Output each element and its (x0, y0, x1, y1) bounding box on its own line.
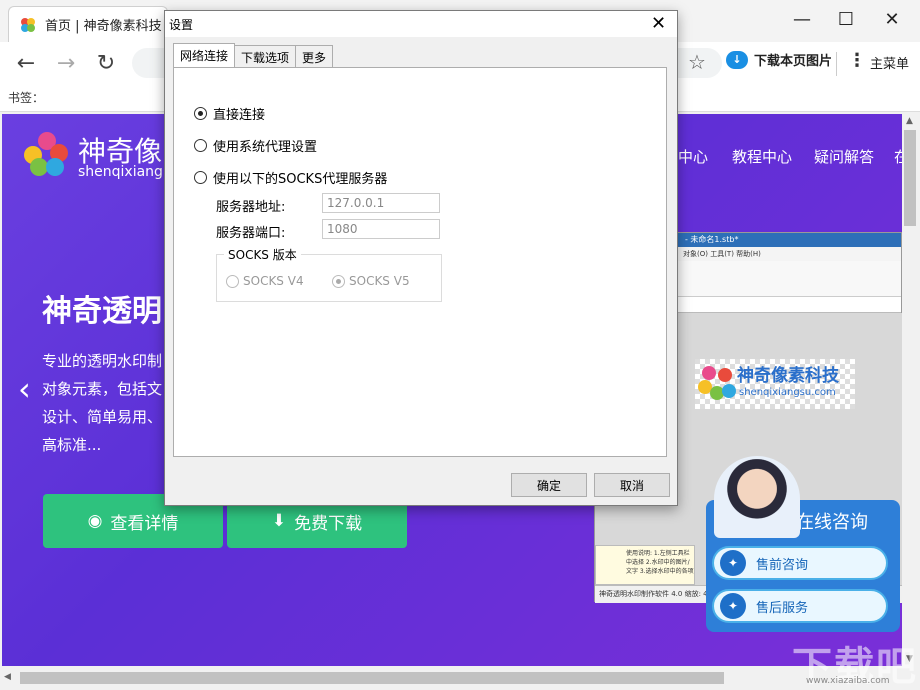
radio-button[interactable] (194, 107, 207, 120)
radio-button[interactable] (194, 139, 207, 152)
consult-title: 在线咨询 (796, 512, 868, 533)
nav-item-center[interactable]: 中心 (678, 146, 708, 167)
usage-note: 使用说明: 1.左侧工具栏中选择 2.水印中的图片/文字 3.选择水印中的各项 (595, 545, 695, 585)
tab-title: 首页 | 神奇像素科技 (45, 19, 162, 34)
browser-tab[interactable]: 首页 | 神奇像素科技 (8, 6, 168, 42)
nav-item-online[interactable]: 在 (894, 146, 902, 167)
tab-network[interactable]: 网络连接 (173, 43, 236, 67)
dialog-title: 设置 (169, 18, 194, 32)
dialog-close-icon[interactable]: ✕ (651, 13, 666, 34)
download-icon: ⬇ (271, 511, 287, 531)
socks-v5-label: SOCKS V5 (349, 274, 410, 288)
toolbar-divider (836, 52, 837, 76)
eye-icon: ◉ (87, 511, 103, 531)
settings-dialog: 设置 ✕ 网络连接 下载选项 更多 直接连接 使用系统代理设置 使用以下的SOC… (164, 10, 678, 506)
radio-button[interactable] (194, 171, 207, 184)
server-address-input[interactable]: 127.0.0.1 (322, 193, 440, 213)
radio-socks-v4[interactable]: SOCKS V4 (226, 274, 304, 288)
radio-system-label: 使用系统代理设置 (213, 140, 318, 155)
scroll-up-icon[interactable]: ▲ (906, 116, 913, 126)
hero-line-2: 对象元素，包括文 (42, 380, 163, 398)
back-arrow-icon[interactable]: ← (12, 50, 40, 76)
chat-icon: ✦ (720, 593, 746, 619)
radio-socks-proxy[interactable]: 使用以下的SOCKS代理服务器 (194, 168, 387, 187)
presales-consult-button[interactable]: ✦ 售前咨询 (712, 546, 888, 580)
socks-version-legend: SOCKS 版本 (224, 246, 301, 263)
download-label: 下载本页图片 (754, 54, 833, 69)
watermark-logo-icon (698, 366, 736, 400)
radio-direct-label: 直接连接 (213, 108, 266, 123)
socks-v4-label: SOCKS V4 (243, 274, 304, 288)
radio-direct-connection[interactable]: 直接连接 (194, 104, 265, 123)
bookmark-star-icon[interactable]: ☆ (688, 50, 706, 74)
minimize-icon[interactable]: — (782, 4, 822, 34)
chat-icon: ✦ (720, 550, 746, 576)
dialog-tabs: 网络连接 下载选项 更多 (173, 43, 334, 67)
watermark-preview: 神奇像素科技 shenqixiangsu.com (695, 359, 855, 409)
cancel-button[interactable]: 取消 (594, 473, 670, 497)
site-favicon-icon (21, 17, 35, 32)
watermark-text-en: shenqixiangsu.com (739, 387, 836, 398)
nav-item-tutorials[interactable]: 教程中心 (732, 146, 792, 167)
more-menu-icon[interactable]: ⋮ (848, 50, 866, 71)
watermark-text-cn: 神奇像素科技 (737, 366, 839, 386)
nav-item-faq[interactable]: 疑问解答 (814, 146, 874, 167)
carousel-prev-icon[interactable]: ‹ (18, 370, 31, 408)
main-menu-label[interactable]: 主菜单 (870, 53, 909, 72)
scroll-left-icon[interactable]: ◀ (4, 672, 11, 682)
hero-title: 神奇透明 (42, 294, 162, 329)
radio-socks-label: 使用以下的SOCKS代理服务器 (213, 172, 388, 187)
server-address-label: 服务器地址: (216, 200, 286, 215)
download-page-images-button[interactable]: ↓ 下载本页图片 (726, 50, 832, 69)
presales-label: 售前咨询 (756, 557, 809, 573)
vertical-scroll-thumb[interactable] (904, 130, 916, 226)
close-window-icon[interactable]: ✕ (872, 4, 912, 34)
maximize-icon[interactable]: ☐ (826, 4, 866, 34)
site-watermark-url: www.xiazaiba.com (806, 676, 890, 686)
reload-icon[interactable]: ↻ (92, 50, 120, 76)
bookmarks-label: 书签： (8, 91, 45, 105)
logo-text-en: shenqixiang (78, 164, 163, 180)
free-download-label: 免费下载 (294, 513, 363, 534)
server-port-label: 服务器端口: (216, 226, 286, 241)
horizontal-scroll-thumb[interactable] (20, 672, 724, 684)
support-agent-avatar (714, 456, 800, 538)
view-details-label: 查看详情 (110, 513, 179, 534)
network-panel: 直接连接 使用系统代理设置 使用以下的SOCKS代理服务器 服务器地址: 127… (173, 67, 667, 457)
radio-socks-v5[interactable]: SOCKS V5 (332, 274, 410, 288)
dialog-titlebar: 设置 ✕ (165, 11, 677, 37)
radio-button[interactable] (332, 274, 345, 288)
hero-line-4: 高标准... (42, 436, 102, 454)
tab-download-options[interactable]: 下载选项 (234, 45, 297, 67)
server-port-input[interactable]: 1080 (322, 219, 440, 239)
ok-button[interactable]: 确定 (511, 473, 587, 497)
aftersales-service-button[interactable]: ✦ 售后服务 (712, 589, 888, 623)
tab-more[interactable]: 更多 (295, 45, 334, 67)
hero-line-3: 设计、简单易用、 (42, 408, 163, 426)
hero-line-1: 专业的透明水印制 (42, 352, 163, 370)
aftersales-label: 售后服务 (756, 600, 809, 616)
radio-button[interactable] (226, 274, 239, 288)
site-logo-icon[interactable] (24, 132, 70, 178)
cloud-download-icon: ↓ (726, 50, 748, 69)
radio-system-proxy[interactable]: 使用系统代理设置 (194, 136, 317, 155)
forward-arrow-icon[interactable]: → (52, 50, 80, 76)
